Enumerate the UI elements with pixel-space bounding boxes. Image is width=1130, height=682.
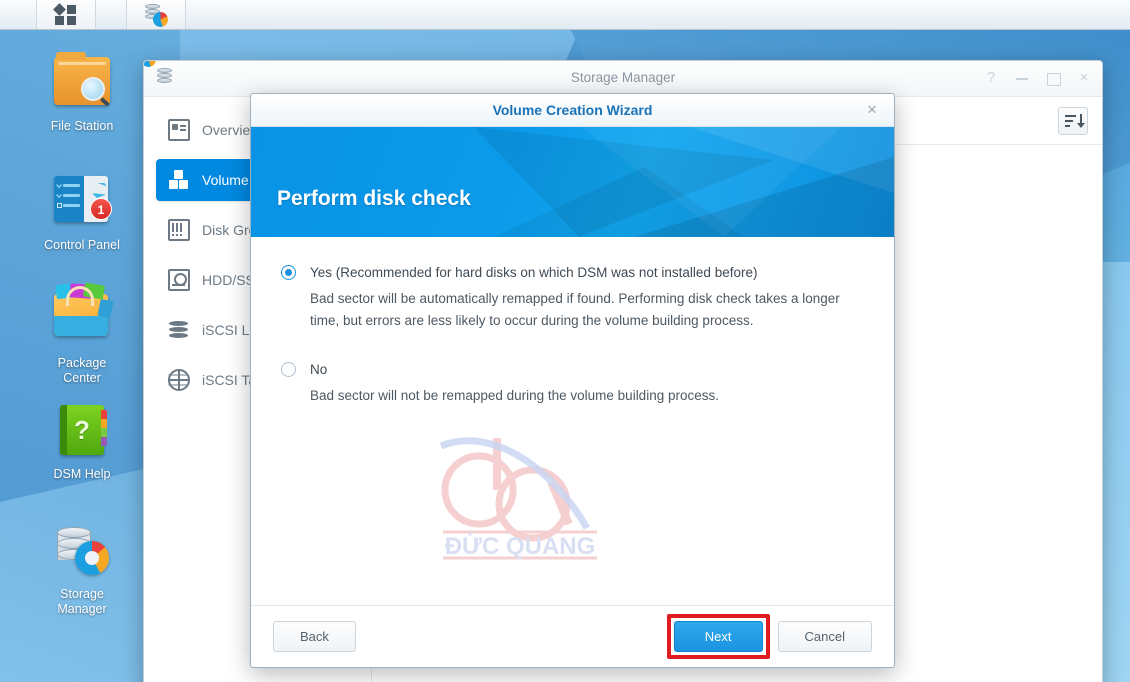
watermark-duc-quang: ĐỨC QUANG xyxy=(439,437,597,560)
help-button[interactable]: ? xyxy=(983,67,999,89)
help-book-icon: ? xyxy=(54,405,110,461)
desktop-icon-label-line2: Manager xyxy=(57,602,107,616)
desktop-icon-label: DSM Help xyxy=(53,467,111,481)
taskbar-storage-manager-button[interactable] xyxy=(127,0,185,29)
option-yes-label: Yes (Recommended for hard disks on which… xyxy=(310,265,758,280)
option-no-label: No xyxy=(310,362,328,377)
desktop-icon-label-line1: Package xyxy=(57,356,107,370)
notification-badge: 1 xyxy=(90,198,112,220)
taskbar-app-launcher-button[interactable] xyxy=(37,0,95,29)
option-no-description: Bad sector will not be remapped during t… xyxy=(310,388,719,403)
dialog-titlebar[interactable]: Volume Creation Wizard × xyxy=(251,94,894,127)
desktop-icon-label: Control Panel xyxy=(44,238,120,252)
desktop-icon-file-station[interactable]: File Station xyxy=(27,52,137,134)
disk-group-icon xyxy=(168,219,190,241)
control-panel-icon: 1 xyxy=(54,176,112,232)
taskbar xyxy=(0,0,1130,30)
dialog-close-icon[interactable]: × xyxy=(862,100,882,120)
option-yes-description: Bad sector will be automatically remappe… xyxy=(310,291,840,328)
package-center-icon xyxy=(54,282,114,350)
storage-manager-icon xyxy=(54,525,110,581)
window-titlebar[interactable]: Storage Manager ? × xyxy=(144,61,1102,97)
dialog-heading: Perform disk check xyxy=(277,187,471,210)
close-icon[interactable]: × xyxy=(1076,67,1092,89)
globe-icon xyxy=(168,369,190,391)
sort-descending-icon[interactable] xyxy=(1058,107,1088,135)
dialog-banner: Perform disk check xyxy=(251,127,894,237)
radio-no[interactable] xyxy=(281,362,296,377)
volume-creation-wizard-dialog: Volume Creation Wizard × Perform disk ch… xyxy=(250,93,895,668)
desktop-icon-label-line1: Storage xyxy=(60,587,104,601)
window-title: Storage Manager xyxy=(570,70,676,85)
storage-manager-icon xyxy=(144,3,168,27)
grid-squares-icon xyxy=(53,2,77,26)
desktop-icon-control-panel[interactable]: 1 Control Panel xyxy=(27,170,137,253)
cancel-button[interactable]: Cancel xyxy=(777,621,872,652)
option-no-row[interactable]: No xyxy=(281,360,864,379)
dialog-body: ĐỨC QUANG Yes (Recommended for hard disk… xyxy=(251,237,894,605)
dialog-footer: Back Next Cancel xyxy=(251,605,894,667)
folder-search-icon xyxy=(54,52,110,113)
lun-stack-icon xyxy=(168,319,190,341)
desktop-icon-label: File Station xyxy=(50,119,114,133)
dialog-title: Volume Creation Wizard xyxy=(492,102,653,118)
desktop-icon-label-line2: Center xyxy=(63,371,101,385)
radio-yes[interactable] xyxy=(281,265,296,280)
volume-cubes-icon xyxy=(168,169,190,191)
option-yes-block: Yes (Recommended for hard disks on which… xyxy=(281,263,864,332)
watermark-text: ĐỨC QUANG xyxy=(445,532,596,560)
sidebar-item-label: Volume xyxy=(202,172,249,188)
next-button-highlight: Next xyxy=(666,614,770,659)
minimize-icon[interactable] xyxy=(1014,67,1030,89)
hdd-icon xyxy=(168,269,190,291)
maximize-icon[interactable] xyxy=(1045,67,1061,89)
taskbar-gap xyxy=(96,0,126,29)
taskbar-left-pad xyxy=(0,0,36,29)
desktop-icon-storage-manager[interactable]: Storage Manager xyxy=(27,522,137,617)
desktop-icon-dsm-help[interactable]: ? DSM Help xyxy=(27,402,137,482)
next-button[interactable]: Next xyxy=(673,621,763,652)
option-no-block: No Bad sector will not be remapped durin… xyxy=(281,360,864,407)
back-button[interactable]: Back xyxy=(273,621,356,652)
option-yes-row[interactable]: Yes (Recommended for hard disks on which… xyxy=(281,263,864,282)
overview-icon xyxy=(168,119,190,141)
window-controls: ? × xyxy=(983,67,1092,89)
taskbar-empty-area xyxy=(186,0,1130,29)
desktop-icon-package-center[interactable]: Package Center xyxy=(27,282,137,386)
